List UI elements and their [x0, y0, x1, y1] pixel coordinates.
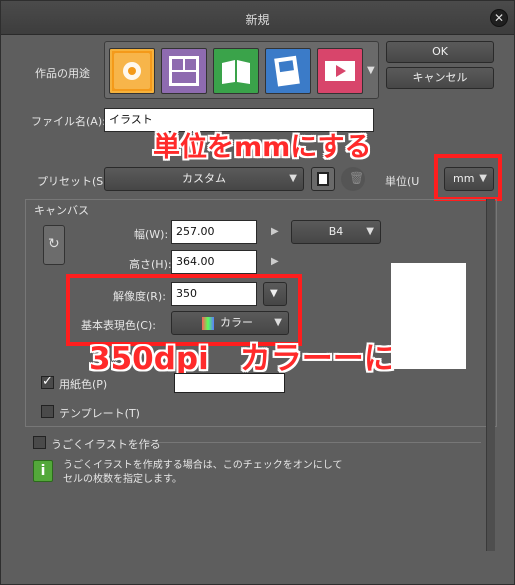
purpose-label: 作品の用途	[35, 67, 90, 80]
purpose-selector	[104, 41, 379, 99]
section-divider	[141, 442, 481, 443]
comic-purpose-button[interactable]	[161, 48, 207, 94]
save-icon	[317, 172, 329, 186]
animation-label: うごくイラストを作る	[51, 438, 161, 451]
close-icon[interactable]: ✕	[490, 9, 508, 27]
preset-label: プリセット(S):	[37, 175, 112, 188]
animation-info-line1: うごくイラストを作成する場合は、このチェックをオンにして	[63, 460, 343, 471]
link-arrow-icon: ▶	[271, 226, 279, 237]
illustration-icon	[114, 53, 150, 89]
webtoon-purpose-button[interactable]	[265, 48, 311, 94]
trash-icon: 🗑	[349, 171, 365, 185]
chevron-down-icon: ▼	[289, 173, 297, 184]
height-input[interactable]: 364.00	[171, 250, 257, 274]
purpose-dropdown-arrow-icon[interactable]: ▼	[367, 65, 375, 76]
paper-color-checkbox[interactable]	[41, 374, 54, 389]
height-label: 高さ(H):	[129, 258, 172, 271]
new-file-dialog: 新規 ✕ 作品の用途 ▼ OK キャンセル ファイル名(A): イラスト 単位を…	[0, 0, 515, 585]
width-label: 幅(W):	[134, 228, 169, 241]
save-preset-button[interactable]	[311, 167, 335, 191]
chevron-down-icon: ▼	[366, 226, 374, 237]
size-preset-value: B4	[328, 225, 344, 238]
preset-value: カスタム	[182, 172, 226, 185]
size-preset-dropdown[interactable]: B4 ▼	[291, 220, 381, 244]
animation-info-line2: セルの枚数を指定します。	[63, 474, 182, 485]
unit-label: 単位(U	[385, 175, 420, 188]
dialog-title: 新規	[245, 13, 270, 27]
paper-color-swatch[interactable]	[174, 373, 285, 393]
animation-checkbox[interactable]	[33, 436, 46, 449]
illustration-purpose-button[interactable]	[109, 48, 155, 94]
cancel-button[interactable]: キャンセル	[386, 67, 494, 89]
orientation-toggle[interactable]: ↻	[43, 225, 65, 265]
animation-icon	[322, 53, 358, 89]
scrollbar[interactable]	[486, 199, 495, 551]
book-icon	[218, 53, 254, 89]
unit-annotation: 単位をmmにする	[153, 132, 372, 163]
title-bar: 新規 ✕	[1, 1, 514, 35]
canvas-section-label: キャンバス	[31, 202, 92, 218]
rotate-icon: ↻	[48, 236, 60, 252]
template-checkbox[interactable]	[41, 405, 54, 418]
animation-purpose-button[interactable]	[317, 48, 363, 94]
file-name-label: ファイル名(A):	[31, 115, 106, 128]
width-input[interactable]: 257.00	[171, 220, 257, 244]
delete-preset-button[interactable]: 🗑	[341, 167, 365, 191]
canvas-preview	[391, 263, 466, 369]
unit-highlight-frame	[434, 154, 502, 201]
ok-button[interactable]: OK	[386, 41, 494, 63]
dpi-annotation: 350dpi カラーーに	[89, 341, 395, 377]
link-arrow-icon: ▶	[271, 256, 279, 267]
info-icon: i	[33, 460, 53, 482]
paper-color-label: 用紙色(P)	[59, 378, 108, 391]
webtoon-icon	[270, 53, 306, 89]
book-purpose-button[interactable]	[213, 48, 259, 94]
comic-icon	[166, 53, 202, 89]
preset-dropdown[interactable]: カスタム ▼	[104, 167, 304, 191]
template-label: テンプレート(T)	[59, 407, 140, 420]
